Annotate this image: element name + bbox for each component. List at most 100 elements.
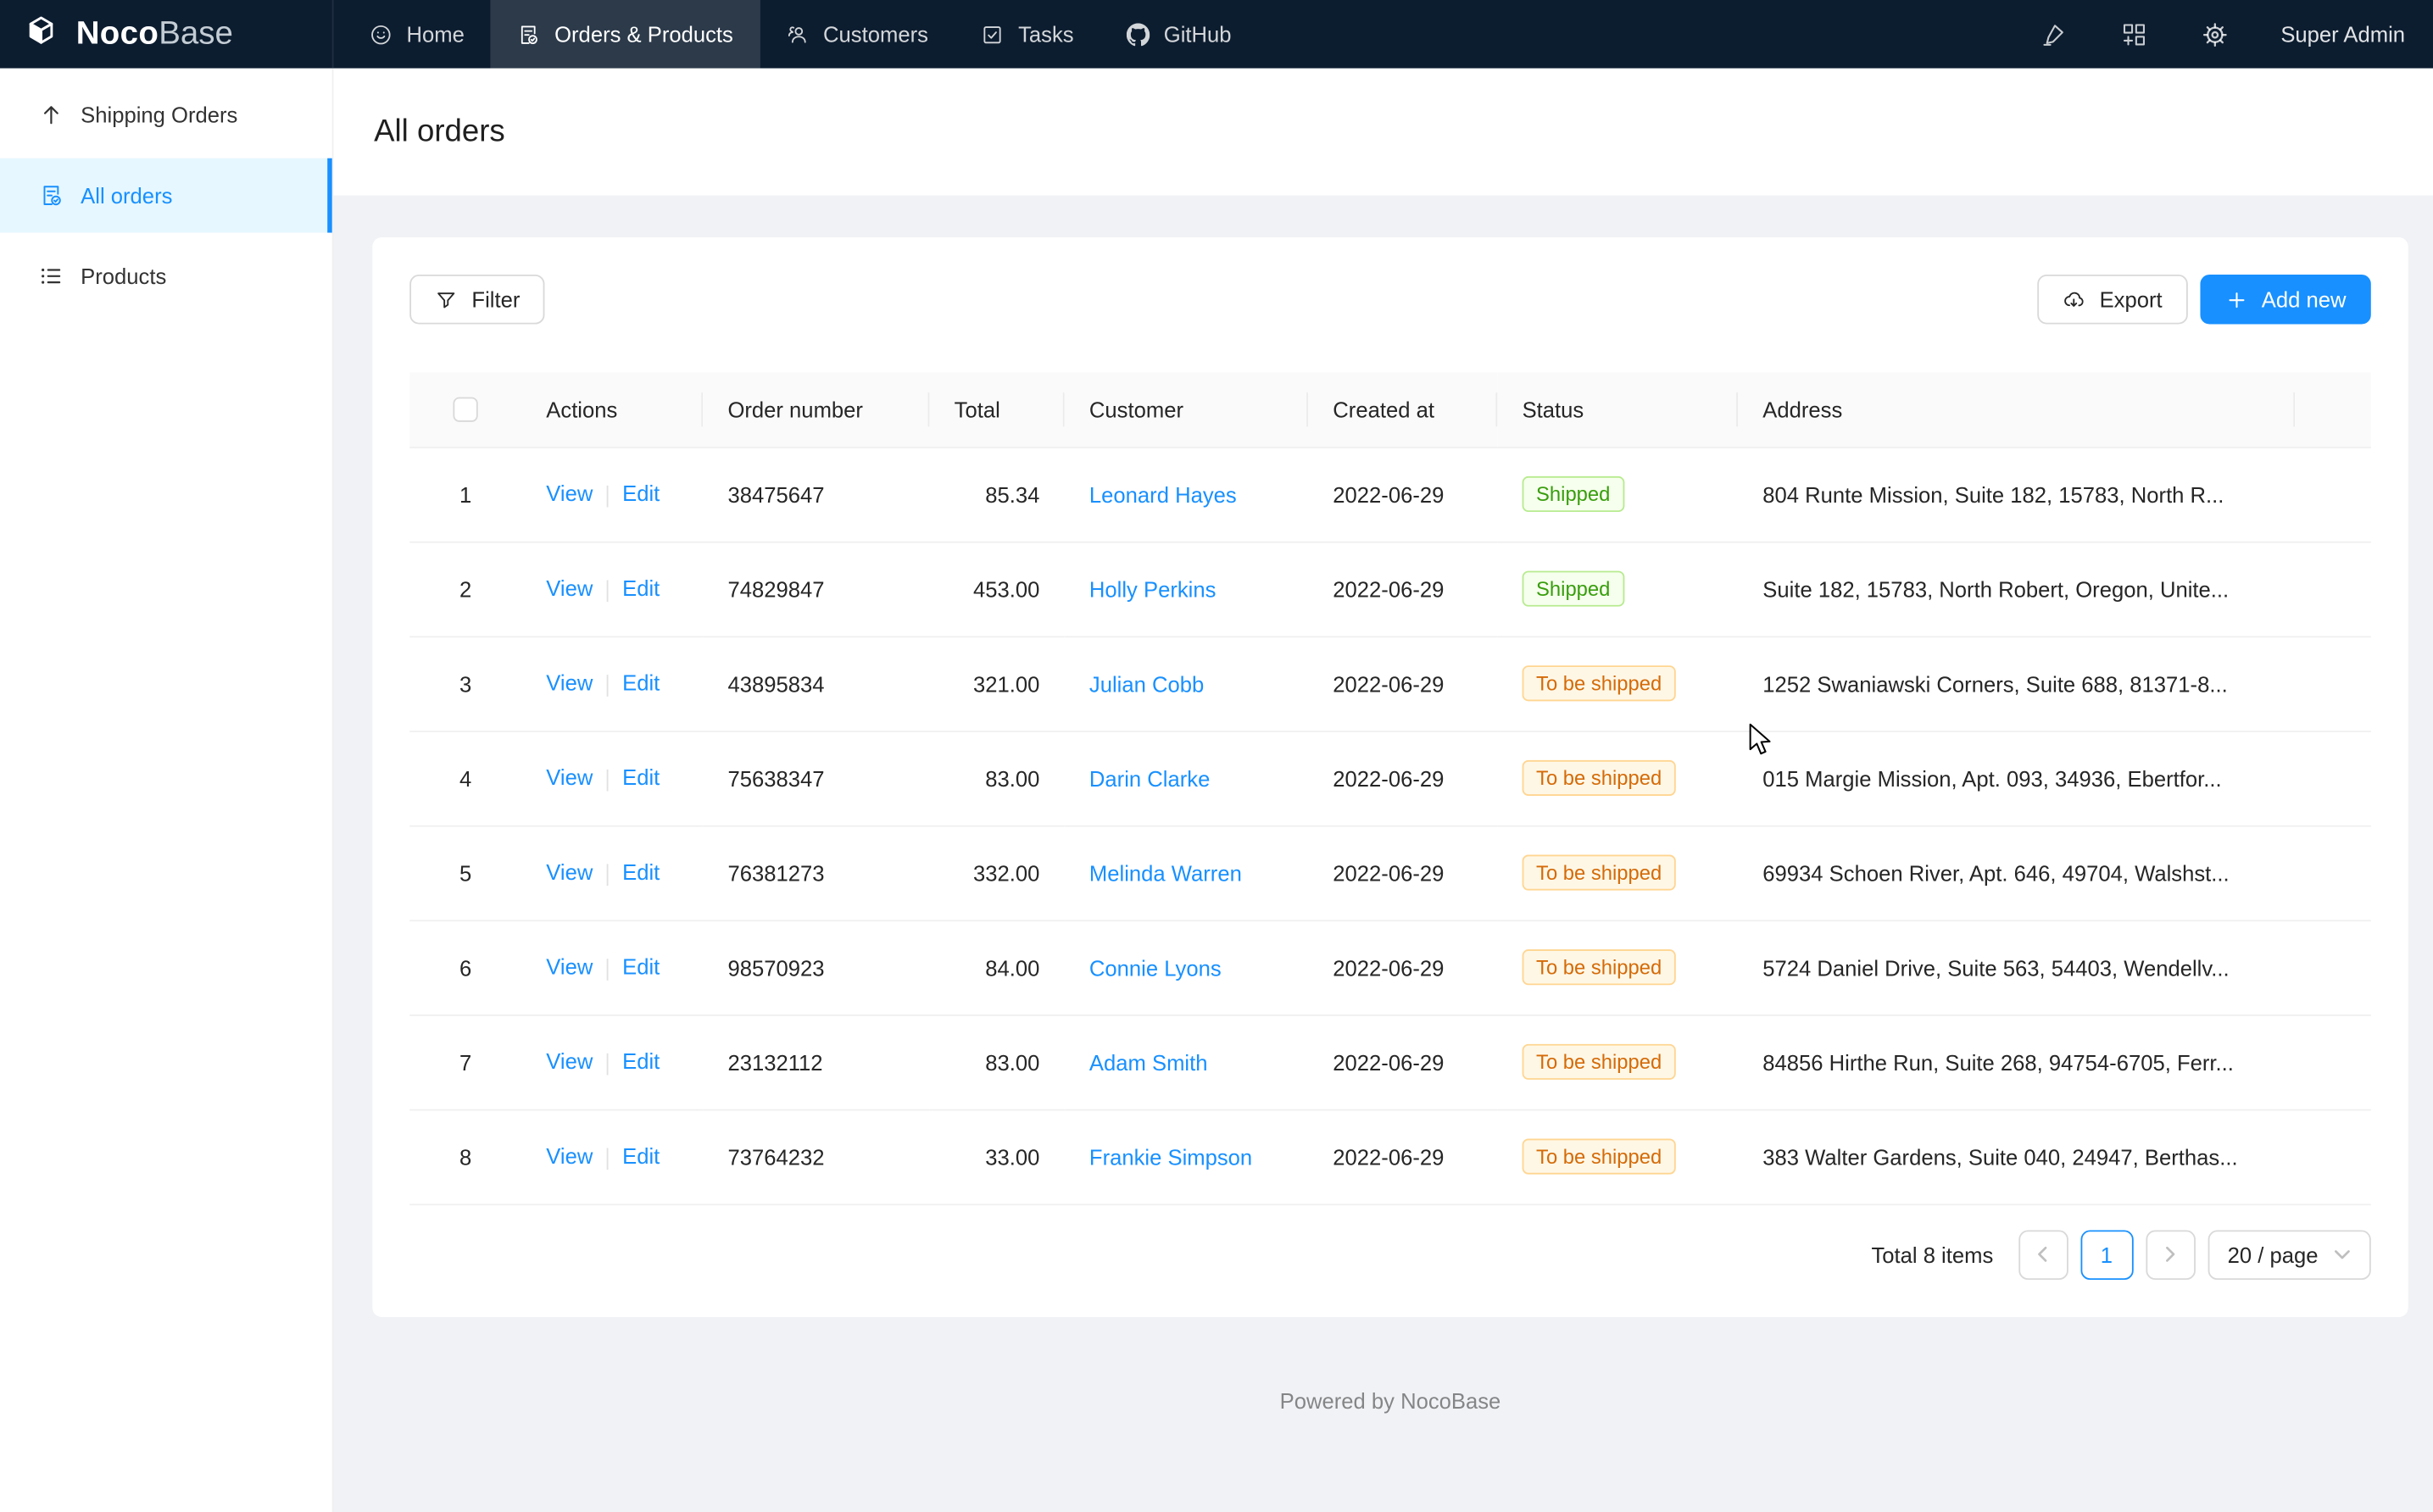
filter-button-label: Filter: [471, 287, 520, 312]
header-select-all: [409, 372, 521, 447]
sidebar-item-all-orders[interactable]: All orders: [0, 158, 332, 233]
edit-link[interactable]: Edit: [622, 481, 660, 506]
status-badge: Shipped: [1523, 571, 1624, 607]
powered-by-footer: Powered by NocoBase: [372, 1316, 2408, 1459]
view-link[interactable]: View: [546, 954, 593, 979]
customer-cell: Frankie Simpson: [1065, 1109, 1308, 1204]
ui-editor-button[interactable]: [2013, 0, 2094, 69]
status-cell: To be shipped: [1497, 1109, 1738, 1204]
order-number-cell: 43895834: [703, 636, 929, 731]
table-toolbar: Filter Export: [409, 275, 2371, 325]
view-link[interactable]: View: [546, 1144, 593, 1169]
row-index: 3: [409, 636, 521, 731]
sidebar-item-shipping-orders[interactable]: Shipping Orders: [0, 78, 332, 153]
view-link[interactable]: View: [546, 481, 593, 506]
customer-link[interactable]: Frankie Simpson: [1089, 1144, 1252, 1169]
chevron-right-icon: [2162, 1246, 2179, 1263]
file-check-icon: [39, 183, 64, 208]
user-menu[interactable]: Super Admin: [2256, 22, 2420, 47]
view-link[interactable]: View: [546, 670, 593, 695]
status-badge: Shipped: [1523, 476, 1624, 512]
nav-item-tasks[interactable]: Tasks: [955, 0, 1100, 69]
customer-link[interactable]: Leonard Hayes: [1089, 481, 1237, 506]
created-at-cell: 2022-06-29: [1308, 920, 1497, 1014]
table-row: 2 ViewEdit 74829847 453.00 Holly Perkins…: [409, 542, 2371, 636]
edit-link[interactable]: Edit: [622, 860, 660, 885]
sidebar-item-products[interactable]: Products: [0, 239, 332, 314]
edit-link[interactable]: Edit: [622, 670, 660, 695]
row-actions: View Edit: [521, 636, 703, 731]
edit-link[interactable]: Edit: [622, 1144, 660, 1169]
plus-icon: [2224, 288, 2247, 311]
customer-link[interactable]: Melinda Warren: [1089, 860, 1242, 885]
status-badge: To be shipped: [1523, 665, 1676, 701]
table-row: 1 ViewEdit 38475647 85.34 Leonard Hayes …: [409, 447, 2371, 542]
table-row: 3 ViewEdit 43895834 321.00 Julian Cobb 2…: [409, 636, 2371, 731]
view-link[interactable]: View: [546, 1049, 593, 1074]
export-button[interactable]: Export: [2037, 275, 2187, 325]
orders-card: Filter Export: [372, 237, 2408, 1316]
nav-item-orders-products[interactable]: Orders & Products: [491, 0, 760, 69]
nav-item-github[interactable]: GitHub: [1100, 0, 1258, 69]
edit-link[interactable]: Edit: [622, 576, 660, 601]
row-actions: View Edit: [521, 920, 703, 1014]
row-index: 2: [409, 542, 521, 636]
address-cell: 69934 Schoen River, Apt. 646, 49704, Wal…: [1738, 825, 2295, 920]
nav-item-customers[interactable]: Customers: [760, 0, 955, 69]
pagination-prev-button[interactable]: [2018, 1230, 2068, 1280]
pagination-next-button[interactable]: [2146, 1230, 2196, 1280]
column-header-total: Total: [929, 372, 1064, 447]
status-badge: To be shipped: [1523, 760, 1676, 796]
view-link[interactable]: View: [546, 860, 593, 885]
settings-button[interactable]: [2175, 0, 2256, 69]
customer-link[interactable]: Holly Perkins: [1089, 576, 1216, 601]
funnel-icon: [435, 288, 458, 311]
customer-cell: Julian Cobb: [1065, 636, 1308, 731]
customer-link[interactable]: Adam Smith: [1089, 1049, 1208, 1074]
nav-item-home[interactable]: Home: [343, 0, 492, 69]
customer-link[interactable]: Julian Cobb: [1089, 671, 1204, 696]
gear-icon: [2202, 21, 2229, 47]
column-header-order-number: Order number: [703, 372, 929, 447]
address-cell: 015 Margie Mission, Apt. 093, 34936, Ebe…: [1738, 731, 2295, 825]
customer-cell: Connie Lyons: [1065, 920, 1308, 1014]
plugin-manager-button[interactable]: [2095, 0, 2175, 69]
edit-link[interactable]: Edit: [622, 765, 660, 790]
content-area: Filter Export: [334, 196, 2433, 1512]
filter-button[interactable]: Filter: [409, 275, 544, 325]
created-at-cell: 2022-06-29: [1308, 1014, 1497, 1109]
sidebar-item-label: Products: [81, 264, 166, 288]
order-number-cell: 38475647: [703, 447, 929, 542]
edit-link[interactable]: Edit: [622, 954, 660, 979]
customer-link[interactable]: Connie Lyons: [1089, 955, 1222, 980]
row-actions: View Edit: [521, 447, 703, 542]
order-number-cell: 75638347: [703, 731, 929, 825]
table-row: 6 ViewEdit 98570923 84.00 Connie Lyons 2…: [409, 920, 2371, 1014]
customer-link[interactable]: Darin Clarke: [1089, 765, 1210, 790]
created-at-cell: 2022-06-29: [1308, 731, 1497, 825]
total-cell: 332.00: [929, 825, 1064, 920]
column-header-created-at: Created at: [1308, 372, 1497, 447]
status-badge: To be shipped: [1523, 949, 1676, 985]
address-cell: 1252 Swaniawski Corners, Suite 688, 8137…: [1738, 636, 2295, 731]
edit-link[interactable]: Edit: [622, 1049, 660, 1074]
chevron-down-icon: [2334, 1246, 2351, 1263]
add-new-button[interactable]: Add new: [2200, 275, 2371, 325]
view-link[interactable]: View: [546, 576, 593, 601]
nav-item-label: GitHub: [1164, 22, 1232, 47]
column-header-actions: Actions: [521, 372, 703, 447]
nocobase-logo[interactable]: NocoBase: [0, 0, 334, 69]
chevron-left-icon: [2035, 1246, 2052, 1263]
select-all-checkbox[interactable]: [453, 397, 477, 422]
row-actions: View Edit: [521, 542, 703, 636]
column-header-customer: Customer: [1065, 372, 1308, 447]
top-navbar: NocoBase Home Orders & Produ: [0, 0, 2433, 69]
total-cell: 85.34: [929, 447, 1064, 542]
pagination-page-1[interactable]: 1: [2080, 1230, 2133, 1280]
list-icon: [39, 264, 64, 288]
file-check-icon: [517, 23, 540, 46]
page-size-select[interactable]: 20 / page: [2208, 1230, 2371, 1280]
view-link[interactable]: View: [546, 765, 593, 790]
status-badge: To be shipped: [1523, 1138, 1676, 1174]
row-actions: View Edit: [521, 825, 703, 920]
